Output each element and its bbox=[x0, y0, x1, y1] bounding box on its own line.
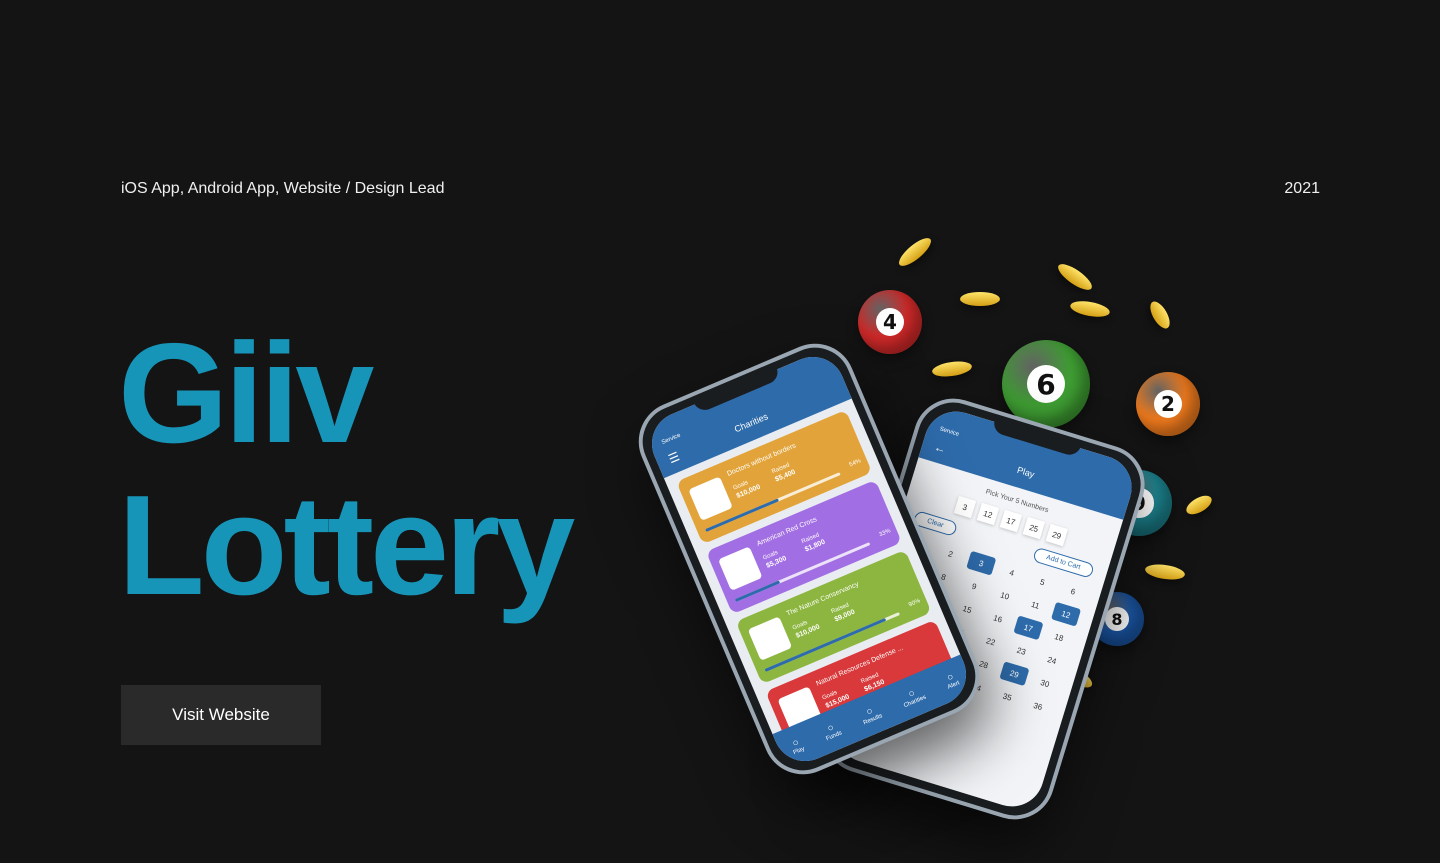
number-cell[interactable]: 3 bbox=[966, 550, 997, 576]
service-label: Service bbox=[938, 426, 960, 438]
charity-logo bbox=[688, 476, 733, 521]
progress-percent: 90% bbox=[907, 598, 922, 609]
app-mockup-artwork: 4 6 2 9 8 Service ← Play Pick Your 5 Num… bbox=[600, 230, 1260, 830]
progress-percent: 33% bbox=[878, 528, 892, 539]
charity-logo bbox=[747, 616, 793, 661]
coin-icon bbox=[960, 292, 1000, 306]
number-cell[interactable]: 2 bbox=[936, 541, 966, 566]
number-cell[interactable]: 18 bbox=[1044, 625, 1074, 650]
picked-number: 12 bbox=[976, 502, 1000, 526]
picked-number: 17 bbox=[999, 509, 1023, 533]
number-cell[interactable]: 4 bbox=[997, 560, 1027, 585]
tab-funds[interactable]: Funds bbox=[821, 720, 843, 742]
coin-icon bbox=[1144, 562, 1186, 582]
number-cell[interactable]: 23 bbox=[1006, 638, 1036, 663]
number-cell[interactable]: 30 bbox=[1030, 671, 1060, 696]
picked-number: 29 bbox=[1045, 523, 1069, 547]
number-cell[interactable]: 11 bbox=[1020, 592, 1050, 617]
visit-website-button[interactable]: Visit Website bbox=[121, 685, 321, 745]
service-label: Service bbox=[660, 432, 682, 446]
progress-percent: 54% bbox=[848, 458, 862, 469]
coin-icon bbox=[931, 359, 973, 379]
title-line-1: Giiv bbox=[118, 314, 374, 473]
number-cell[interactable]: 35 bbox=[992, 684, 1022, 709]
picked-number: 3 bbox=[953, 495, 977, 519]
number-cell[interactable]: 17 bbox=[1013, 615, 1044, 641]
number-cell[interactable]: 29 bbox=[999, 661, 1030, 687]
number-cell[interactable]: 6 bbox=[1058, 579, 1088, 604]
lottery-ball-icon: 2 bbox=[1136, 372, 1200, 436]
lottery-ball-icon: 4 bbox=[858, 290, 922, 354]
charity-logo bbox=[718, 546, 763, 591]
tab-alert[interactable]: Alert bbox=[942, 670, 961, 690]
project-title: Giiv Lottery bbox=[118, 314, 575, 625]
number-cell[interactable]: 10 bbox=[990, 583, 1020, 608]
tab-play[interactable]: Play bbox=[788, 736, 805, 756]
charity-name: American Red Cross bbox=[755, 516, 819, 548]
number-cell[interactable]: 36 bbox=[1023, 694, 1053, 719]
title-line-2: Lottery bbox=[118, 466, 575, 625]
number-cell[interactable]: 12 bbox=[1050, 601, 1082, 627]
coin-icon bbox=[1069, 298, 1111, 320]
services-label: iOS App, Android App, Website / Design L… bbox=[121, 180, 445, 197]
number-cell[interactable]: 16 bbox=[983, 606, 1013, 631]
coin-icon bbox=[1183, 491, 1215, 519]
year-label: 2021 bbox=[1284, 180, 1320, 197]
number-cell[interactable]: 5 bbox=[1027, 570, 1057, 595]
number-cell[interactable]: 24 bbox=[1037, 648, 1067, 673]
tab-charities[interactable]: Charities bbox=[899, 684, 927, 709]
number-cell[interactable]: 9 bbox=[959, 574, 989, 599]
coin-icon bbox=[1054, 259, 1096, 295]
coin-icon bbox=[1146, 298, 1174, 332]
picked-number: 25 bbox=[1022, 516, 1046, 540]
tab-results[interactable]: Results bbox=[858, 703, 883, 726]
number-cell[interactable]: 22 bbox=[976, 629, 1006, 654]
coin-icon bbox=[895, 233, 935, 271]
